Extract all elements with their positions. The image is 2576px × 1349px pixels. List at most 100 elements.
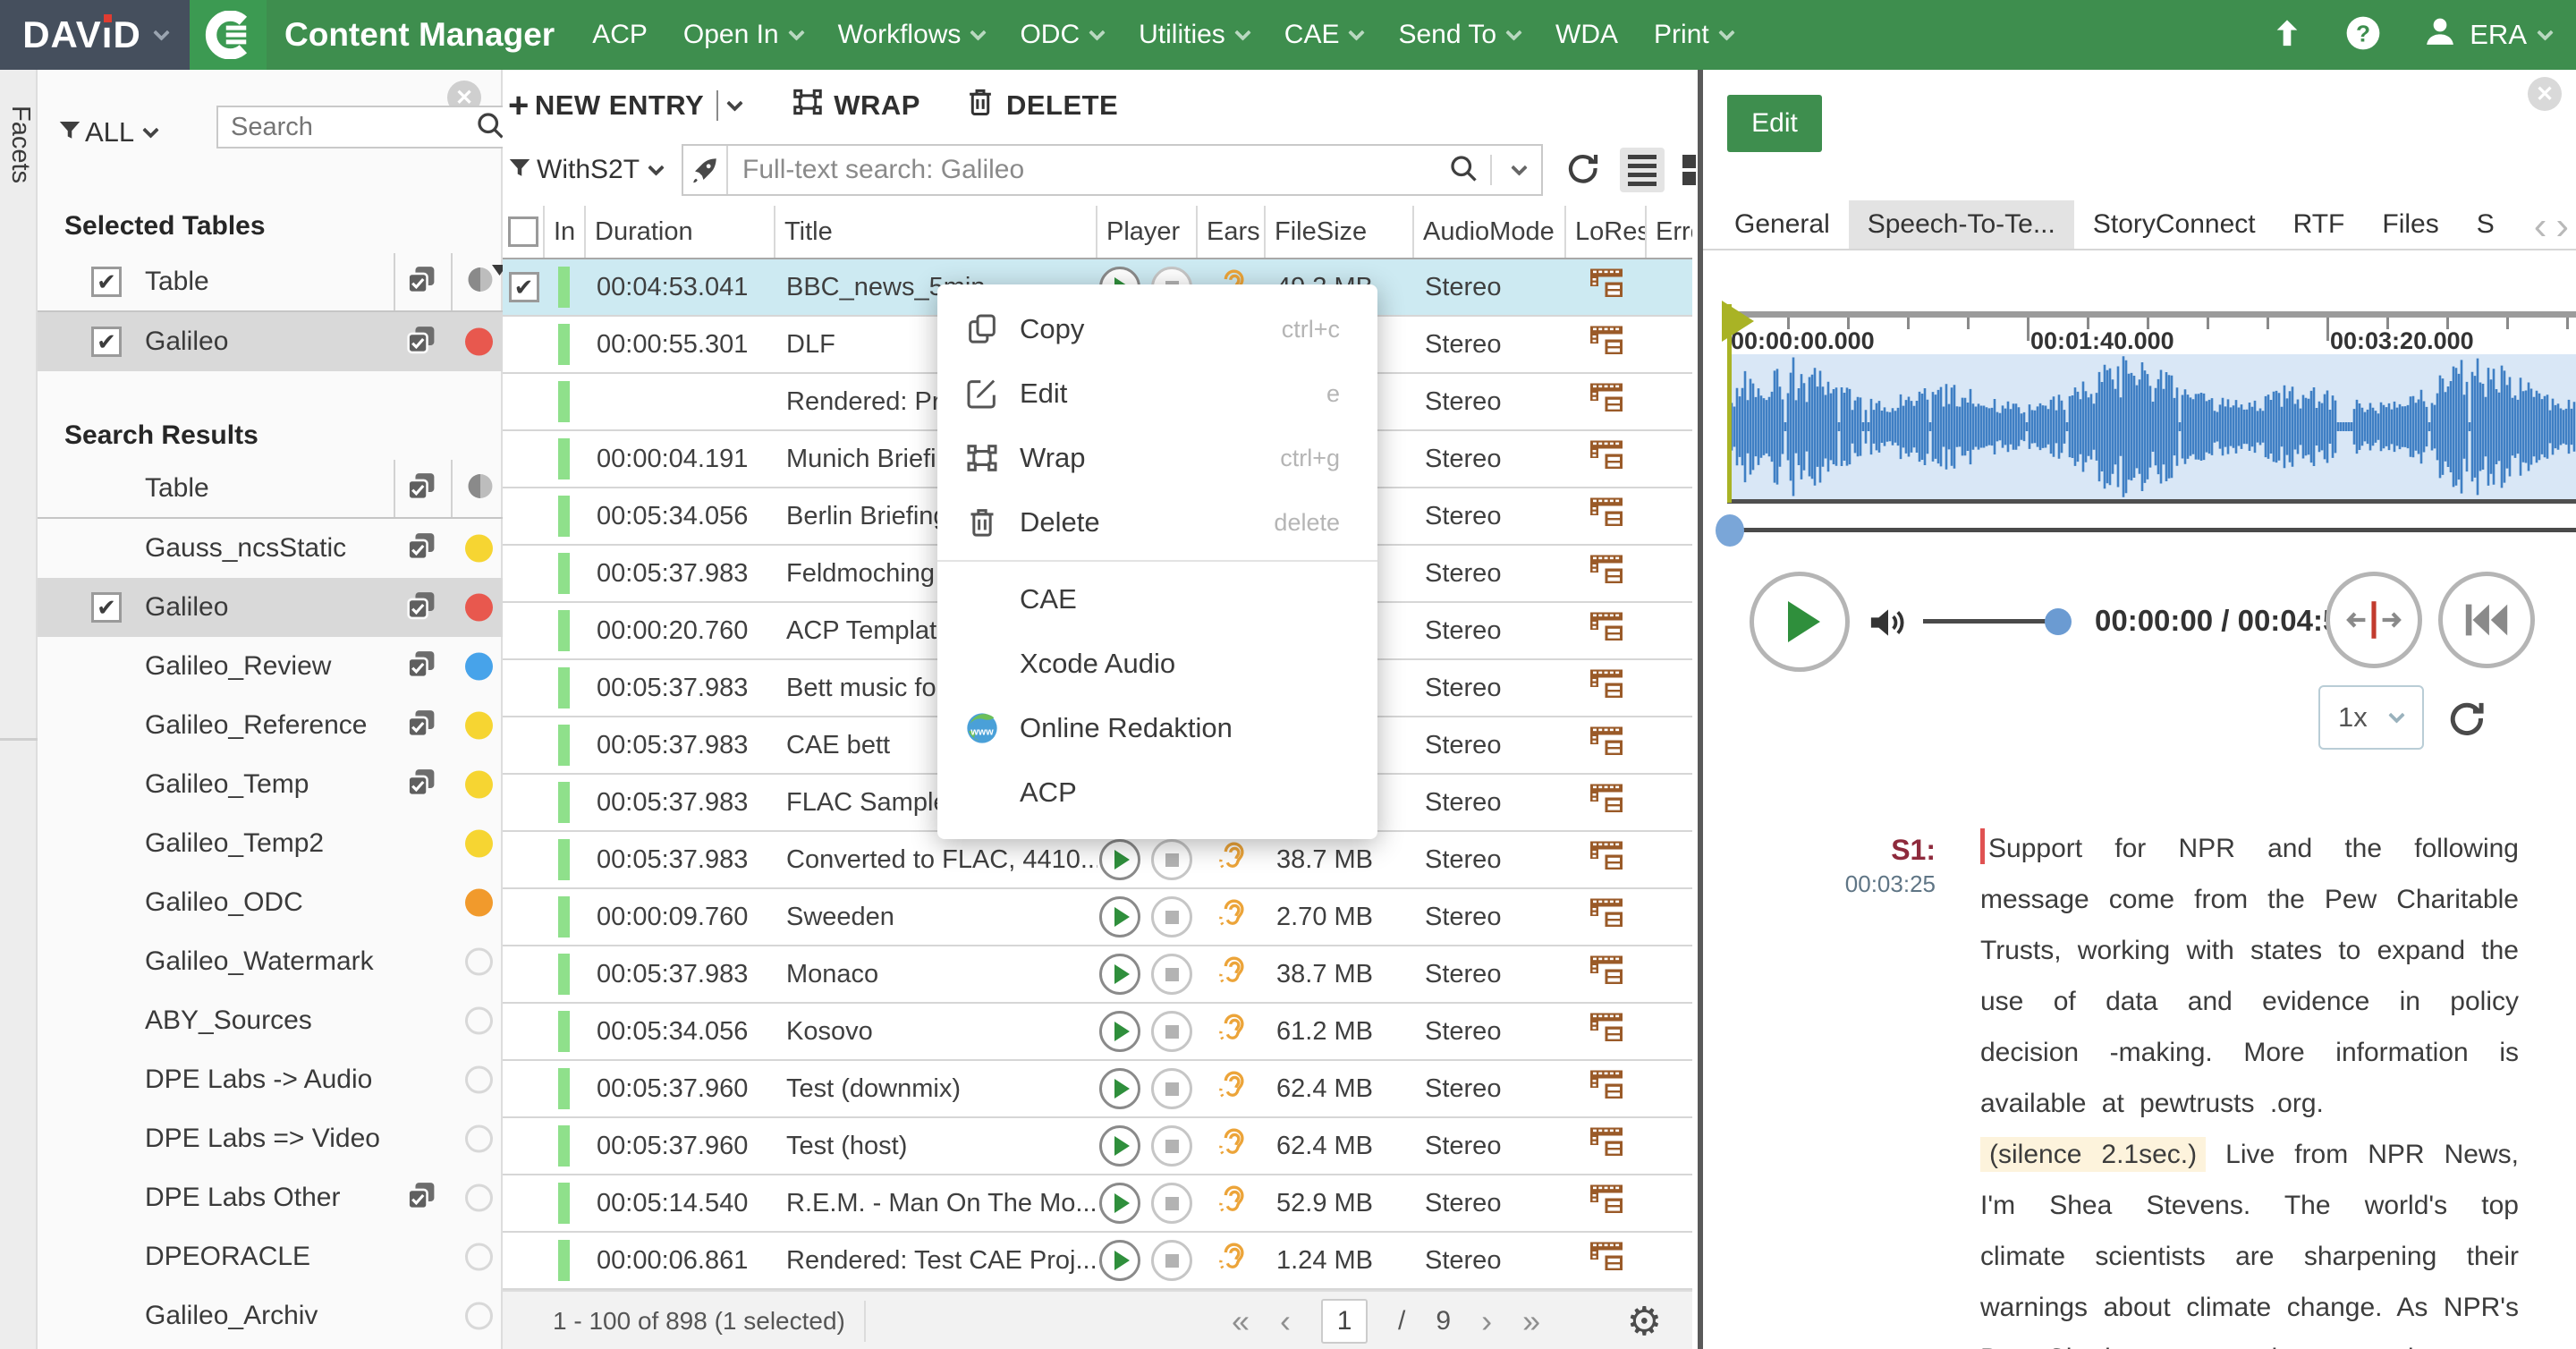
menu-item-copy[interactable]: Copyctrl+c: [937, 297, 1377, 361]
stop-button[interactable]: [1151, 839, 1192, 880]
ear-icon[interactable]: [1213, 895, 1250, 939]
facet-row-dpe-labs-other[interactable]: DPE Labs Other: [38, 1168, 503, 1227]
menu-item-cae[interactable]: CAE: [937, 567, 1377, 632]
stop-button[interactable]: [1151, 1068, 1192, 1109]
checkbox-checked[interactable]: ✔: [91, 327, 122, 357]
lores-proxy-icon[interactable]: [1588, 1182, 1625, 1225]
tab-storyconnect[interactable]: StoryConnect: [2074, 200, 2275, 249]
play-button[interactable]: [1099, 839, 1140, 880]
next-page-button[interactable]: ›: [1481, 1302, 1492, 1340]
row-select-cell[interactable]: [503, 775, 545, 830]
menu-send-to[interactable]: Send To: [1398, 20, 1520, 50]
play-button[interactable]: [1099, 1011, 1140, 1052]
play-button[interactable]: [1750, 572, 1850, 672]
lores-cell[interactable]: [1566, 603, 1647, 658]
facet-row-dpe-labs-video[interactable]: DPE Labs => Video: [38, 1109, 503, 1168]
menu-print[interactable]: Print: [1654, 20, 1733, 50]
row-select-cell[interactable]: [503, 660, 545, 716]
table-row[interactable]: 00:00:06.861Rendered: Test CAE Proj...1.…: [503, 1233, 1692, 1290]
column-header-duration[interactable]: Duration: [586, 206, 775, 258]
funnel-icon[interactable]: [506, 155, 533, 186]
lores-cell[interactable]: [1566, 431, 1647, 487]
table-row[interactable]: 00:05:37.960Test (host)62.4 MBStereo: [503, 1118, 1692, 1175]
lores-proxy-icon[interactable]: [1588, 838, 1625, 881]
row-select-cell[interactable]: [503, 317, 545, 372]
ears-cell[interactable]: [1198, 946, 1266, 1002]
page-number-input[interactable]: 1: [1321, 1299, 1368, 1344]
close-icon[interactable]: ✕: [2528, 77, 2562, 111]
facet-row-galileo-archiv[interactable]: Galileo_Archiv: [38, 1286, 503, 1345]
facet-row-galileo-temp2[interactable]: Galileo_Temp2: [38, 814, 503, 873]
play-button[interactable]: [1099, 896, 1140, 938]
row-select-cell[interactable]: [503, 1061, 545, 1116]
last-page-button[interactable]: »: [1522, 1302, 1540, 1340]
menu-utilities[interactable]: Utilities: [1139, 20, 1249, 50]
lores-cell[interactable]: [1566, 946, 1647, 1002]
tab-rtf[interactable]: RTF: [2275, 200, 2364, 249]
row-select-cell[interactable]: [503, 946, 545, 1002]
stop-button[interactable]: [1151, 1183, 1192, 1224]
facet-row-table[interactable]: ✔Table: [38, 253, 503, 312]
table-row[interactable]: 00:05:14.540R.E.M. - Man On The Mo...52.…: [503, 1175, 1692, 1233]
column-header-ears[interactable]: Ears: [1198, 206, 1266, 258]
list-view-icon[interactable]: [1620, 148, 1665, 192]
ear-icon[interactable]: [1213, 952, 1250, 997]
stop-button[interactable]: [1151, 1125, 1192, 1167]
help-icon[interactable]: ?: [2344, 14, 2382, 56]
row-select-cell[interactable]: [503, 431, 545, 487]
play-button[interactable]: [1099, 1068, 1140, 1109]
facets-tab[interactable]: Facets: [0, 79, 38, 741]
ear-icon[interactable]: [1213, 1009, 1250, 1054]
lores-cell[interactable]: [1566, 1061, 1647, 1116]
seek-slider-handle[interactable]: [1716, 514, 1744, 547]
row-select-cell[interactable]: [503, 717, 545, 773]
facet-row-galileo-review[interactable]: Galileo_Review: [38, 637, 503, 696]
lores-proxy-icon[interactable]: [1588, 552, 1625, 595]
menu-item-edit[interactable]: Edite: [937, 361, 1377, 426]
column-header-player[interactable]: Player: [1097, 206, 1198, 258]
facet-filter-dropdown[interactable]: ALL: [56, 116, 157, 148]
lores-proxy-icon[interactable]: [1588, 724, 1625, 767]
row-select-cell[interactable]: [503, 1118, 545, 1174]
row-select-cell[interactable]: [503, 1233, 545, 1288]
column-header-filesize[interactable]: FileSize: [1266, 206, 1414, 258]
checkbox-checked[interactable]: ✔: [509, 272, 539, 302]
ears-cell[interactable]: [1198, 889, 1266, 945]
row-select-cell[interactable]: [503, 832, 545, 887]
facet-row-galileo-odc[interactable]: Galileo_ODC: [38, 873, 503, 932]
stop-button[interactable]: [1151, 1240, 1192, 1281]
fulltext-search-input[interactable]: Full-text search: Galileo: [728, 155, 1447, 185]
upload-icon[interactable]: [2269, 15, 2305, 55]
ears-cell[interactable]: [1198, 1118, 1266, 1174]
menu-wda[interactable]: WDA: [1555, 20, 1618, 50]
multi-select-icon[interactable]: [406, 768, 436, 802]
menu-item-online-redaktion[interactable]: wwwOnline Redaktion: [937, 696, 1377, 760]
column-header-lores[interactable]: LoRes: [1566, 206, 1647, 258]
facet-row-table[interactable]: Table: [38, 460, 503, 519]
prev-page-button[interactable]: ‹: [1280, 1302, 1291, 1340]
waveform-display[interactable]: [1727, 354, 2576, 499]
checkbox-empty[interactable]: [508, 216, 538, 247]
menu-item-acp[interactable]: ACP: [937, 760, 1377, 825]
menu-item-xcode-audio[interactable]: Xcode Audio: [937, 632, 1377, 696]
play-button[interactable]: [1099, 954, 1140, 995]
row-select-cell[interactable]: ✔: [503, 259, 545, 315]
volume-slider[interactable]: [1923, 619, 2057, 624]
table-row[interactable]: 00:05:34.056Kosovo61.2 MBStereo: [503, 1004, 1692, 1061]
row-select-cell[interactable]: [503, 889, 545, 945]
menu-open-in[interactable]: Open In: [683, 20, 802, 50]
facet-row-galileo[interactable]: ✔Galileo: [38, 578, 503, 637]
lores-cell[interactable]: [1566, 374, 1647, 429]
multi-select-icon[interactable]: [406, 531, 436, 566]
ears-cell[interactable]: [1198, 1061, 1266, 1116]
ears-cell[interactable]: [1198, 1004, 1266, 1059]
tab-scroll-right-icon[interactable]: ›: [2555, 204, 2569, 249]
lores-cell[interactable]: [1566, 317, 1647, 372]
stop-button[interactable]: [1151, 954, 1192, 995]
ear-icon[interactable]: [1213, 837, 1250, 882]
multi-select-icon[interactable]: [406, 265, 436, 300]
delete-button[interactable]: DELETE: [963, 85, 1118, 126]
lores-proxy-icon[interactable]: [1588, 609, 1625, 652]
lores-cell[interactable]: [1566, 1233, 1647, 1288]
speaker-label[interactable]: S1:: [1784, 834, 1936, 867]
